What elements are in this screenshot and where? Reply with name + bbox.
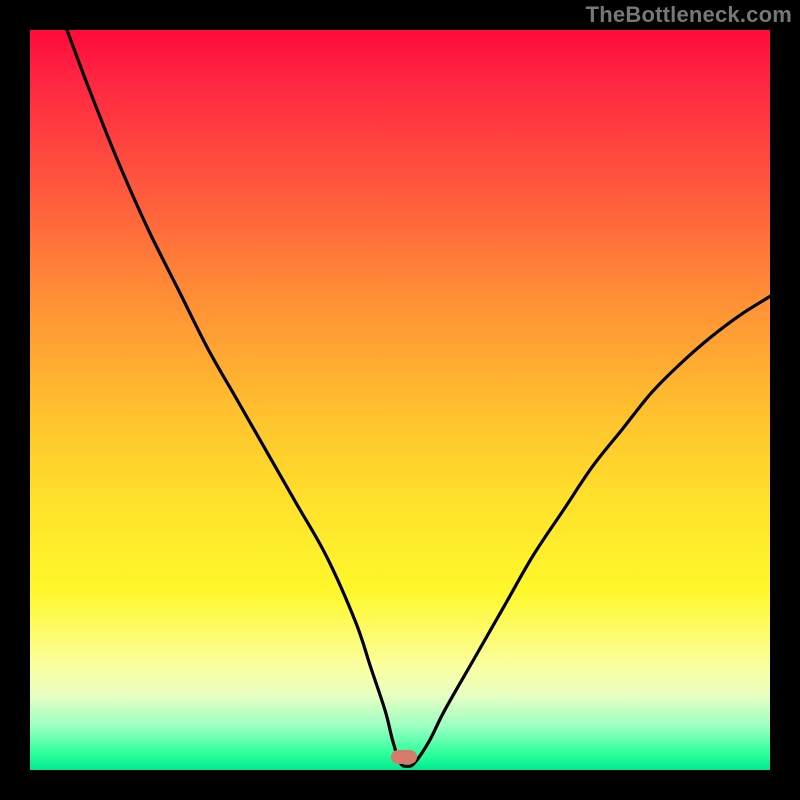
watermark-text: TheBottleneck.com	[586, 2, 792, 28]
optimal-marker	[391, 750, 417, 764]
chart-frame: TheBottleneck.com	[0, 0, 800, 800]
curve-svg	[30, 30, 770, 770]
plot-area	[30, 30, 770, 770]
bottleneck-curve	[67, 30, 770, 766]
